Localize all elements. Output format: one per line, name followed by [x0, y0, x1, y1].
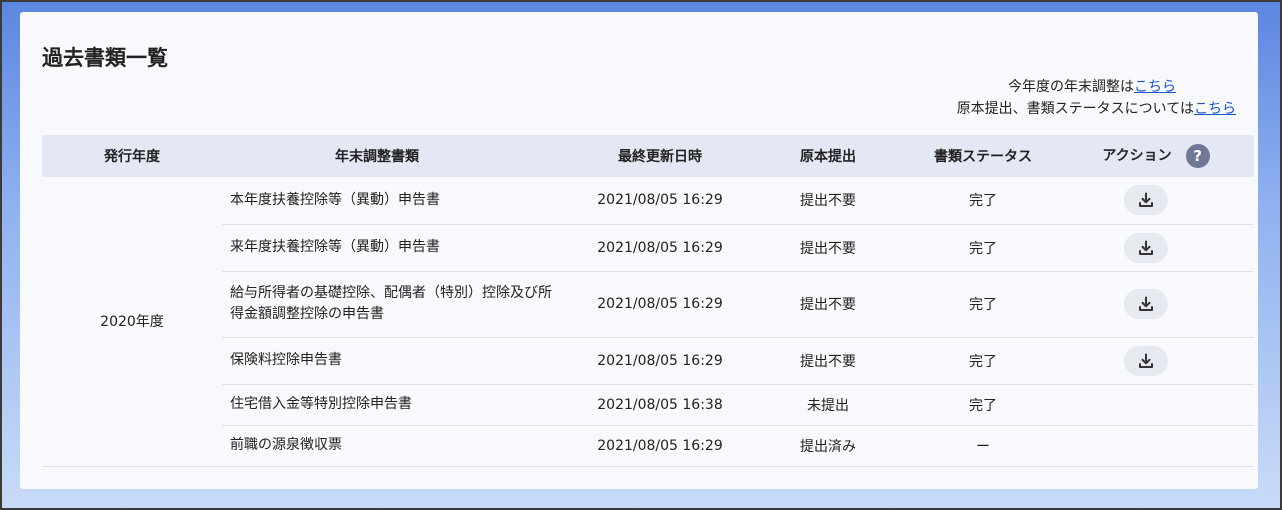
document-status: 完了	[908, 224, 1058, 272]
document-status: ー	[908, 425, 1058, 467]
download-button[interactable]	[1124, 289, 1168, 319]
header-status: 書類ステータス	[934, 149, 1032, 165]
document-name: 住宅借入金等特別控除申告書	[222, 384, 572, 426]
status-info-link[interactable]: こちら	[1194, 101, 1236, 117]
table-row: 前職の源泉徴収票 2021/08/05 16:29 提出済みー	[42, 425, 1254, 467]
updated-date: 2021/08/05 16:29	[572, 337, 748, 385]
document-name-text: 住宅借入金等特別控除申告書	[230, 396, 412, 412]
updated-date: 2021/08/05 16:29	[572, 224, 748, 272]
table-row: 給与所得者の基礎控除、配偶者（特別）控除及び所得金額調整控除の申告書 2021/0…	[42, 271, 1254, 338]
document-name-text: 前職の源泉徴収票	[230, 437, 342, 453]
status-info-link-text: 原本提出、書類ステータスについては	[956, 101, 1194, 117]
download-icon	[1139, 192, 1153, 208]
document-name: 来年度扶養控除等（異動）申告書	[222, 224, 572, 272]
action-cell	[1058, 271, 1254, 338]
table-header-row: 発行年度 年末調整書類 最終更新日時 原本提出 書類ステータス アクション?	[42, 135, 1254, 177]
this-year-link-text: 今年度の年末調整は	[1008, 79, 1134, 95]
header-action: アクション?	[1058, 135, 1254, 177]
document-status: 完了	[908, 337, 1058, 385]
original-submission: 提出不要	[748, 337, 908, 385]
header-action-label: アクション	[1102, 148, 1172, 164]
original-submission: 提出不要	[748, 271, 908, 338]
table-body: 2020年度 本年度扶養控除等（異動）申告書 2021/08/05 16:29 提出不…	[42, 177, 1254, 467]
document-name: 給与所得者の基礎控除、配偶者（特別）控除及び所得金額調整控除の申告書	[222, 271, 572, 338]
document-name: 保険料控除申告書	[222, 337, 572, 385]
download-button[interactable]	[1124, 345, 1168, 376]
download-icon	[1139, 296, 1153, 311]
table-row: 保険料控除申告書 2021/08/05 16:29 提出不要 完了	[42, 337, 1254, 385]
page-title: 過去書類一覧	[42, 46, 168, 70]
action-cell	[1058, 224, 1254, 272]
updated-date: 2021/08/05 16:29	[572, 271, 748, 338]
info-links: 今年度の年末調整はこちら 原本提出、書類ステータスについてはこちら	[957, 76, 1236, 120]
header-original: 原本提出	[800, 149, 856, 165]
document-name-text: 給与所得者の基礎控除、配偶者（特別）控除及び所得金額調整控除の申告書	[230, 285, 552, 322]
updated-date: 2021/08/05 16:29	[572, 425, 748, 467]
help-icon[interactable]: ?	[1185, 144, 1210, 168]
original-submission: 提出済み	[748, 425, 908, 467]
header-year: 発行年度	[104, 149, 160, 165]
table-row: 2020年度 本年度扶養控除等（異動）申告書 2021/08/05 16:29 提出不…	[42, 177, 1254, 467]
download-button[interactable]	[1124, 185, 1168, 216]
document-status: 完了	[908, 271, 1058, 338]
status-info-link-line: 原本提出、書類ステータスについてはこちら	[957, 98, 1236, 120]
this-year-link[interactable]: こちら	[1134, 79, 1176, 95]
documents-table: 発行年度 年末調整書類 最終更新日時 原本提出 書類ステータス アクション? 2…	[42, 135, 1254, 467]
year-cell: 2020年度	[42, 177, 222, 467]
table-row: 来年度扶養控除等（異動）申告書 2021/08/05 16:29 提出不要 完了	[42, 224, 1254, 272]
action-cell	[1058, 177, 1254, 225]
document-name-text: 保険料控除申告書	[230, 352, 342, 368]
document-name-text: 来年度扶養控除等（異動）申告書	[230, 239, 440, 255]
download-icon	[1139, 353, 1153, 368]
action-cell	[1058, 337, 1254, 385]
updated-date: 2021/08/05 16:38	[572, 384, 748, 426]
documents-panel: 過去書類一覧 今年度の年末調整はこちら 原本提出、書類ステータスについてはこちら…	[20, 12, 1258, 489]
document-name-text: 本年度扶養控除等（異動）申告書	[230, 191, 440, 208]
document-status: 完了	[908, 384, 1058, 426]
original-submission: 提出不要	[748, 177, 908, 225]
action-cell	[1058, 384, 1254, 426]
download-button[interactable]	[1124, 232, 1168, 263]
document-name: 本年度扶養控除等（異動）申告書	[222, 177, 572, 225]
document-status: 完了	[908, 177, 1058, 225]
header-updated: 最終更新日時	[618, 149, 702, 165]
updated-date: 2021/08/05 16:29	[572, 177, 748, 225]
table-row: 住宅借入金等特別控除申告書 2021/08/05 16:38 未提出 完了	[42, 384, 1254, 426]
header-document: 年末調整書類	[335, 149, 419, 165]
download-icon	[1139, 240, 1153, 255]
original-submission: 提出不要	[748, 224, 908, 272]
action-cell	[1058, 425, 1254, 467]
document-name: 前職の源泉徴収票	[222, 425, 572, 467]
this-year-link-line: 今年度の年末調整はこちら	[957, 76, 1176, 98]
original-submission: 未提出	[748, 384, 908, 426]
